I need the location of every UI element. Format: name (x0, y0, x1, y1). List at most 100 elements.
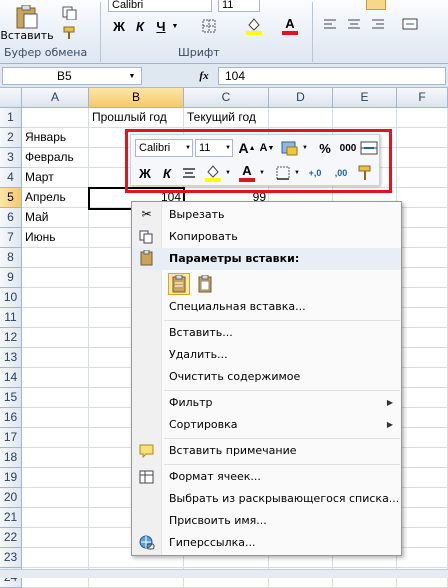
underline-button[interactable]: Ч (152, 16, 170, 36)
menu-item-hyperlink[interactable]: Гиперссылка... (132, 532, 401, 553)
grid-cell[interactable] (397, 268, 448, 288)
cell-a5[interactable]: Апрель (22, 188, 89, 208)
grid-cell[interactable] (397, 508, 448, 528)
grid-cell[interactable] (397, 368, 448, 388)
column-header[interactable]: D (269, 88, 333, 108)
grid-cell[interactable] (22, 468, 89, 488)
italic-button[interactable]: К (131, 16, 149, 36)
menu-item-define-name[interactable]: Присвоить имя... (132, 510, 401, 531)
borders-icon[interactable] (198, 16, 220, 36)
menu-item-paste-special[interactable]: Специальная вставка... (132, 296, 401, 317)
horizontal-scrollbar[interactable] (0, 569, 448, 578)
grid-cell[interactable] (397, 288, 448, 308)
grid-cell[interactable] (22, 488, 89, 508)
row-header[interactable]: 1 (0, 108, 22, 128)
row-header[interactable]: 2 (0, 128, 22, 148)
row-header[interactable]: 4 (0, 168, 22, 188)
row-header[interactable]: 6 (0, 208, 22, 228)
grid-cell[interactable] (397, 428, 448, 448)
grid-cell[interactable] (22, 268, 89, 288)
grid-cell[interactable] (22, 288, 89, 308)
row-header[interactable]: 14 (0, 368, 22, 388)
menu-item-filter[interactable]: Фильтр ▶ (132, 392, 401, 413)
grid-cell[interactable] (22, 448, 89, 468)
paste-option-default-icon[interactable] (168, 273, 190, 295)
row-header[interactable]: 22 (0, 528, 22, 548)
menu-item-sort[interactable]: Сортировка ▶ (132, 414, 401, 435)
grid-cell[interactable] (22, 528, 89, 548)
column-header[interactable]: A (22, 88, 89, 108)
copy-icon[interactable] (60, 4, 80, 22)
paste-option-values-icon[interactable] (194, 273, 216, 295)
column-header[interactable]: B (89, 88, 184, 108)
menu-item-cut[interactable]: ✂ Вырезать (132, 204, 401, 225)
row-header[interactable]: 19 (0, 468, 22, 488)
row-header[interactable]: 9 (0, 268, 22, 288)
row-header[interactable]: 23 (0, 548, 22, 568)
grid-cell[interactable] (22, 248, 89, 268)
align-right-icon[interactable] (368, 14, 388, 34)
menu-item-insert[interactable]: Вставить... (132, 322, 401, 343)
grid-cell[interactable] (397, 208, 448, 228)
bold-button[interactable]: Ж (110, 16, 128, 36)
grid-cell[interactable] (397, 468, 448, 488)
row-header[interactable]: 8 (0, 248, 22, 268)
formula-input[interactable]: 104 (218, 67, 446, 85)
cell-a7[interactable]: Июнь (22, 228, 89, 248)
cell-a4[interactable]: Март (22, 168, 89, 188)
grid-cell[interactable] (22, 408, 89, 428)
grid-cell[interactable] (22, 548, 89, 568)
row-header[interactable]: 7 (0, 228, 22, 248)
grid-cell[interactable] (22, 108, 89, 128)
format-painter-icon[interactable] (60, 24, 80, 42)
merge-center-icon[interactable] (398, 14, 422, 34)
grid-cell[interactable] (22, 308, 89, 328)
row-header[interactable]: 15 (0, 388, 22, 408)
grid-cell[interactable] (22, 388, 89, 408)
column-header[interactable]: E (333, 88, 397, 108)
grid-cell[interactable] (397, 488, 448, 508)
row-header[interactable]: 21 (0, 508, 22, 528)
row-header[interactable]: 5 (0, 188, 22, 208)
grid-cell[interactable] (22, 428, 89, 448)
grid-cell[interactable] (397, 408, 448, 428)
ribbon-font-size[interactable]: 11 (218, 0, 260, 12)
grid-cell[interactable] (269, 108, 333, 128)
menu-item-pick-from-list[interactable]: Выбрать из раскрывающегося списка... (132, 488, 401, 509)
grid-cell[interactable] (397, 168, 448, 188)
grid-cell[interactable] (333, 108, 397, 128)
grid-cell[interactable] (397, 528, 448, 548)
grid-cell[interactable] (22, 508, 89, 528)
grid-cell[interactable] (397, 108, 448, 128)
grid-cell[interactable] (397, 388, 448, 408)
column-header[interactable]: C (184, 88, 269, 108)
grid-cell[interactable] (397, 248, 448, 268)
font-color-icon[interactable]: А (279, 14, 301, 38)
row-header[interactable]: 18 (0, 448, 22, 468)
row-header[interactable]: 20 (0, 488, 22, 508)
paste-button[interactable]: Вставить (0, 2, 54, 44)
cell-a3[interactable]: Февраль (22, 148, 89, 168)
grid-cell[interactable] (397, 308, 448, 328)
chevron-down-icon[interactable]: ▼ (126, 69, 138, 83)
menu-item-format-cells[interactable]: Формат ячеек... (132, 466, 401, 487)
grid-cell[interactable] (397, 328, 448, 348)
grid-cell[interactable] (397, 348, 448, 368)
grid-cell[interactable] (22, 368, 89, 388)
ribbon-font-name[interactable]: Calibri (108, 0, 212, 12)
menu-item-clear[interactable]: Очистить содержимое (132, 366, 401, 387)
grid-cell[interactable] (397, 148, 448, 168)
row-header[interactable]: 16 (0, 408, 22, 428)
wrap-text-icon[interactable] (366, 0, 386, 10)
menu-item-insert-comment[interactable]: Вставить примечание (132, 440, 401, 461)
cell-b1[interactable]: Прошлый год (89, 108, 184, 128)
align-left-icon[interactable] (320, 14, 340, 34)
align-center-icon[interactable] (344, 14, 364, 34)
menu-item-copy[interactable]: Копировать (132, 226, 401, 247)
cell-a6[interactable]: Май (22, 208, 89, 228)
fill-color-icon[interactable] (243, 14, 265, 38)
grid-cell[interactable] (397, 188, 448, 208)
grid-cell[interactable] (22, 328, 89, 348)
chevron-down-icon[interactable]: ▼ (170, 16, 180, 36)
grid-cell[interactable] (22, 348, 89, 368)
